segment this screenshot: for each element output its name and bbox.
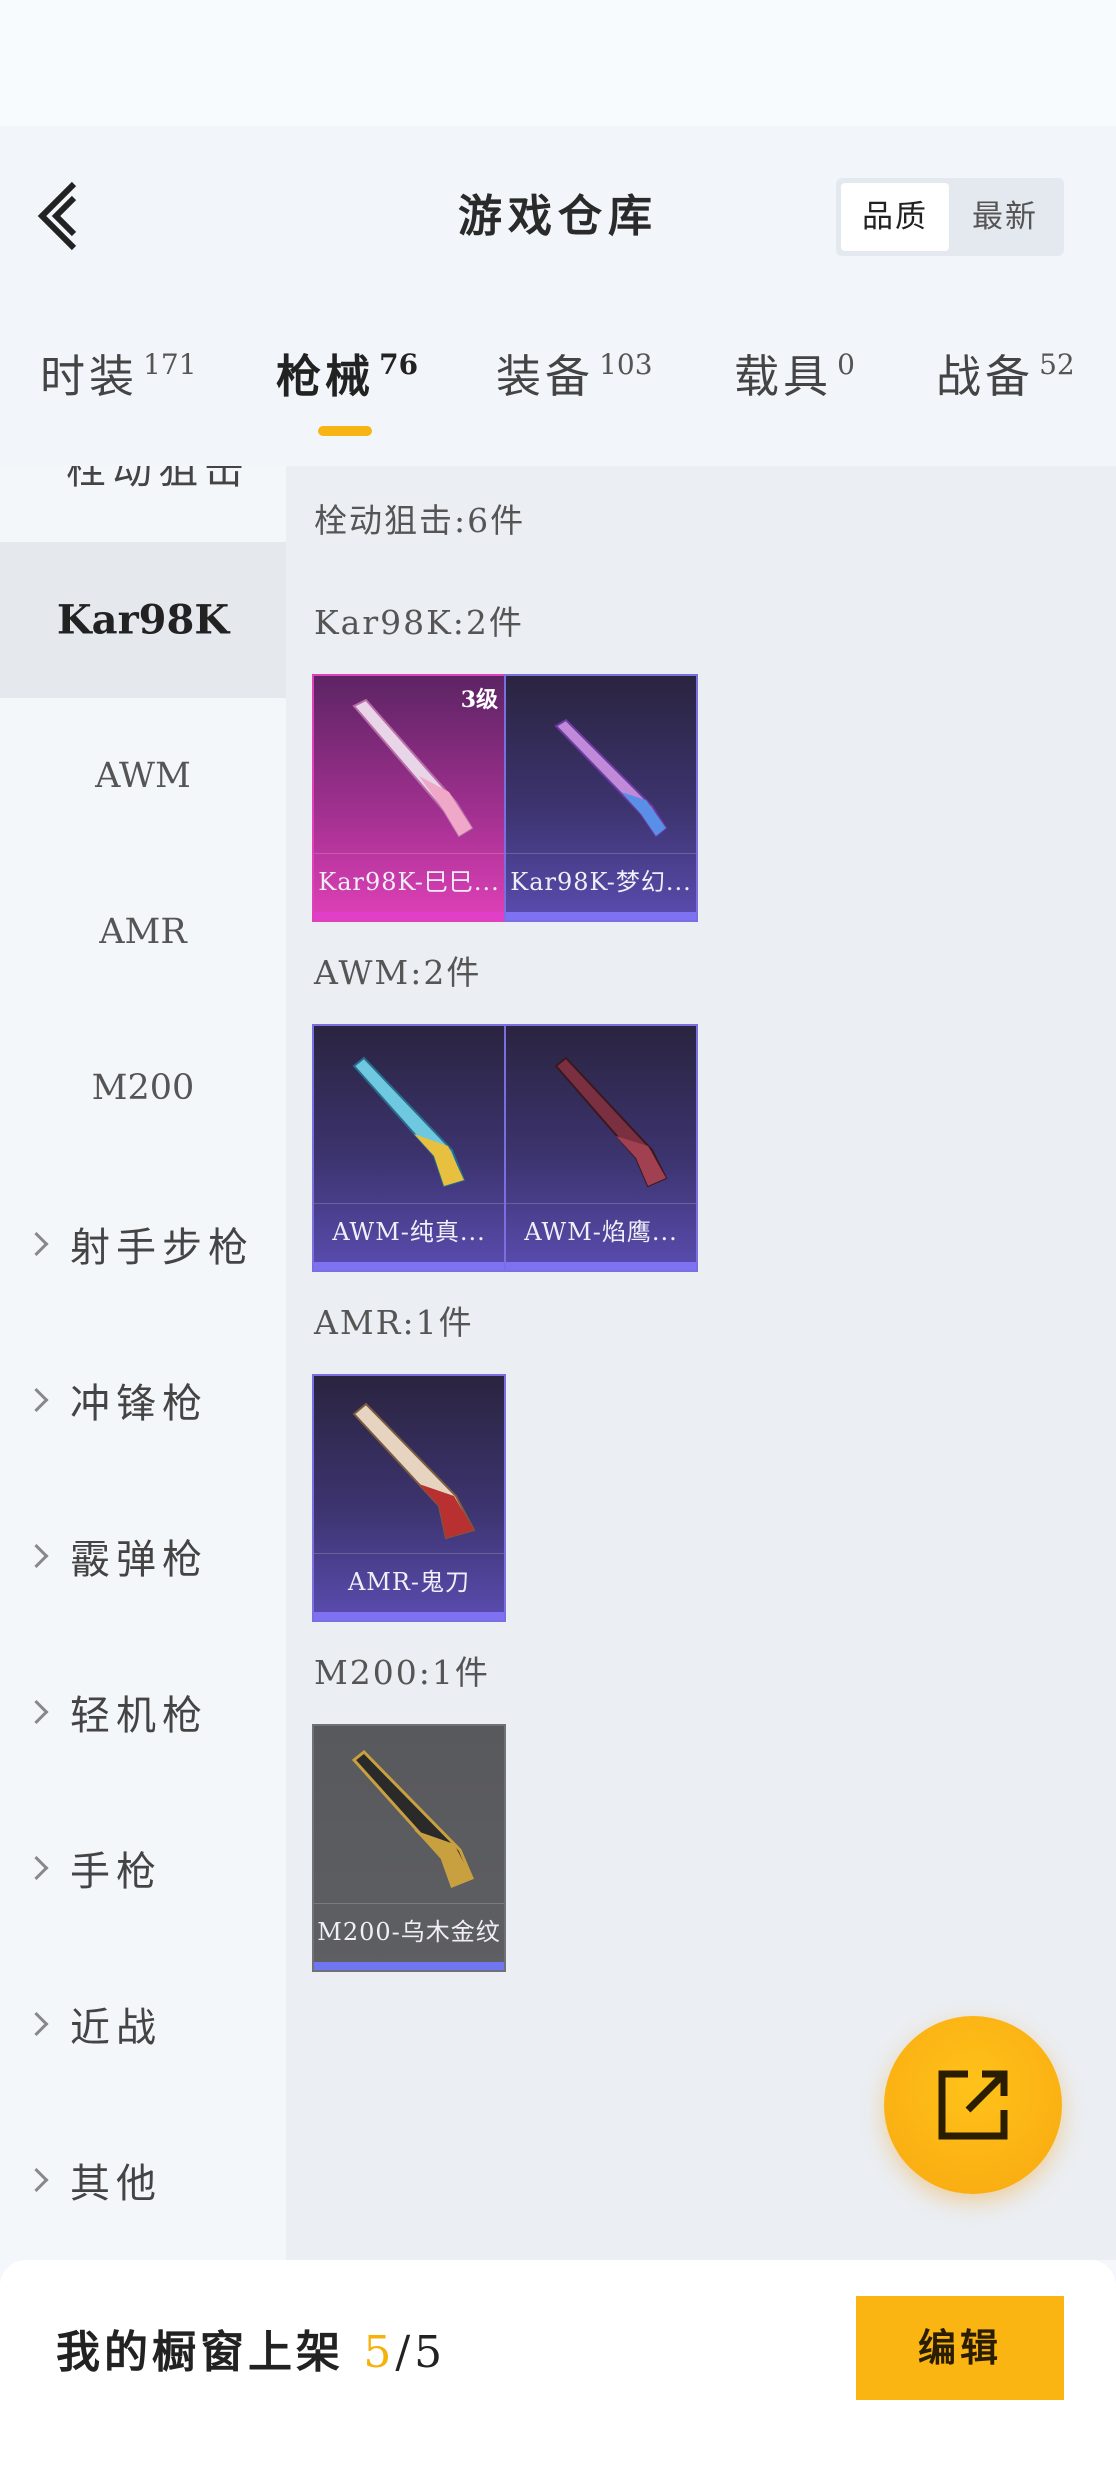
item-name: AWM-焰鹰...: [506, 1203, 696, 1260]
item-name: Kar98K-梦幻...: [506, 853, 696, 910]
section-title: M200:1件: [314, 1653, 490, 1692]
item-card[interactable]: AWM-纯真...: [312, 1024, 506, 1272]
tab-count: 103: [599, 348, 653, 381]
chevron-right-icon: [24, 1855, 49, 1881]
sidebar-item-label: 手枪: [70, 1849, 162, 1895]
shelf-total-count: /5: [395, 2327, 447, 2378]
sidebar-item-label: 射手步枪: [70, 1225, 254, 1271]
tab-count: 171: [143, 348, 197, 381]
sidebar-item-m200[interactable]: M200: [0, 1010, 286, 1166]
item-card[interactable]: AMR-鬼刀: [312, 1374, 506, 1622]
rifle-icon: [352, 698, 474, 838]
item-card[interactable]: AWM-焰鹰...: [504, 1024, 698, 1272]
rarity-bar: [314, 1962, 504, 1970]
item-name: Kar98K-巳巳...: [314, 853, 504, 910]
header: [0, 126, 1116, 466]
section-title: AWM:2件: [314, 953, 482, 992]
chevron-right-icon: [24, 2011, 49, 2037]
tab-vehicles[interactable]: 载具 0: [734, 340, 855, 410]
rarity-bar: [314, 1612, 504, 1620]
chevron-right-icon: [24, 1543, 49, 1569]
edit-button[interactable]: 编辑: [856, 2296, 1064, 2400]
rifle-icon: [351, 1749, 474, 1888]
sidebar-item-label: 栓动狙击: [66, 466, 250, 493]
sidebar-item-other[interactable]: 其他: [0, 2102, 286, 2258]
status-bar: [0, 0, 1116, 126]
shelf-label: 我的橱窗上架: [56, 2327, 344, 2378]
sidebar-item-label: M200: [91, 1068, 195, 1108]
sidebar-item-smg[interactable]: 冲锋枪: [0, 1322, 286, 1478]
section-title: AMR:1件: [314, 1303, 474, 1342]
tab-guns[interactable]: 枪械 76: [276, 340, 418, 410]
tab-supplies[interactable]: 战备 52: [936, 340, 1075, 410]
item-list: 栓动狙击:6件 Kar98K:2件 3级 Kar98K-巳巳... Kar98K…: [286, 466, 1116, 2260]
sidebar-item-pistol[interactable]: 手枪: [0, 1790, 286, 1946]
rarity-bar: [506, 912, 696, 920]
tab-count: 76: [379, 348, 419, 381]
group-header: 栓动狙击:6件: [314, 501, 526, 540]
sidebar-item-shotgun[interactable]: 霰弹枪: [0, 1478, 286, 1634]
sidebar-item-label: 近战: [70, 2005, 162, 2051]
item-card[interactable]: 3级 Kar98K-巳巳...: [312, 674, 506, 922]
sidebar-item-label: Kar98K: [56, 596, 230, 644]
item-card[interactable]: Kar98K-梦幻...: [504, 674, 698, 922]
rarity-bar: [314, 1262, 504, 1270]
tab-label: 时装: [40, 350, 139, 403]
share-external-icon: [938, 2070, 1008, 2140]
tab-fashion[interactable]: 时装 171: [40, 340, 197, 410]
tab-label: 战备: [936, 350, 1035, 403]
tab-label: 载具: [734, 350, 833, 403]
rifle-icon: [352, 1402, 476, 1540]
item-name: AWM-纯真...: [314, 1203, 504, 1260]
rarity-bar: [314, 912, 504, 920]
rifle-icon: [554, 718, 668, 838]
rifle-icon: [554, 1056, 668, 1188]
sidebar-item-melee[interactable]: 近战: [0, 1946, 286, 2102]
sort-toggle: 品质 最新: [836, 178, 1064, 256]
sidebar-item-amr[interactable]: AMR: [0, 854, 286, 1010]
chevron-right-icon: [24, 1231, 49, 1257]
active-tab-indicator: [318, 426, 372, 436]
sort-quality-button[interactable]: 品质: [841, 183, 949, 251]
shelf-current-count: 5: [363, 2327, 396, 2378]
tab-count: 52: [1039, 348, 1075, 381]
rifle-icon: [352, 1056, 466, 1188]
share-button[interactable]: [884, 2016, 1062, 2194]
item-card[interactable]: M200-乌木金纹: [312, 1724, 506, 1972]
chevron-right-icon: [24, 1699, 49, 1725]
tab-label: 装备: [496, 350, 595, 403]
item-name: AMR-鬼刀: [314, 1553, 504, 1610]
sidebar-item-marksman[interactable]: 射手步枪: [0, 1166, 286, 1322]
tab-count: 0: [837, 348, 855, 381]
showcase-footer: 我的橱窗上架 5/5 编辑: [0, 2260, 1116, 2484]
sidebar-item-label: 冲锋枪: [70, 1381, 208, 1427]
sidebar-item-label: AMR: [99, 912, 187, 952]
sidebar-item-label: 其他: [70, 2161, 162, 2207]
tab-equipment[interactable]: 装备 103: [496, 340, 653, 410]
category-sidebar: 栓动狙击 Kar98K AWM AMR M200 射手步枪 冲锋枪 霰弹枪 轻机…: [0, 466, 286, 2260]
chevron-right-icon: [24, 2167, 49, 2193]
tab-label: 枪械: [276, 350, 375, 403]
sidebar-item-lmg[interactable]: 轻机枪: [0, 1634, 286, 1790]
sidebar-item-kar98k[interactable]: Kar98K: [0, 542, 286, 698]
rarity-bar: [506, 1262, 696, 1270]
level-badge: 3级: [460, 687, 498, 713]
sidebar-item-bolt-action[interactable]: 栓动狙击: [0, 466, 286, 544]
shelf-status: 我的橱窗上架 5/5: [56, 2316, 446, 2380]
sidebar-item-label: 霰弹枪: [70, 1537, 208, 1583]
chevron-right-icon: [24, 1387, 49, 1413]
item-name: M200-乌木金纹: [314, 1903, 504, 1960]
sort-latest-button[interactable]: 最新: [951, 183, 1059, 251]
sidebar-item-label: AWM: [95, 756, 191, 796]
section-title: Kar98K:2件: [314, 603, 524, 642]
sidebar-item-label: 轻机枪: [70, 1693, 208, 1739]
sidebar-item-awm[interactable]: AWM: [0, 698, 286, 854]
